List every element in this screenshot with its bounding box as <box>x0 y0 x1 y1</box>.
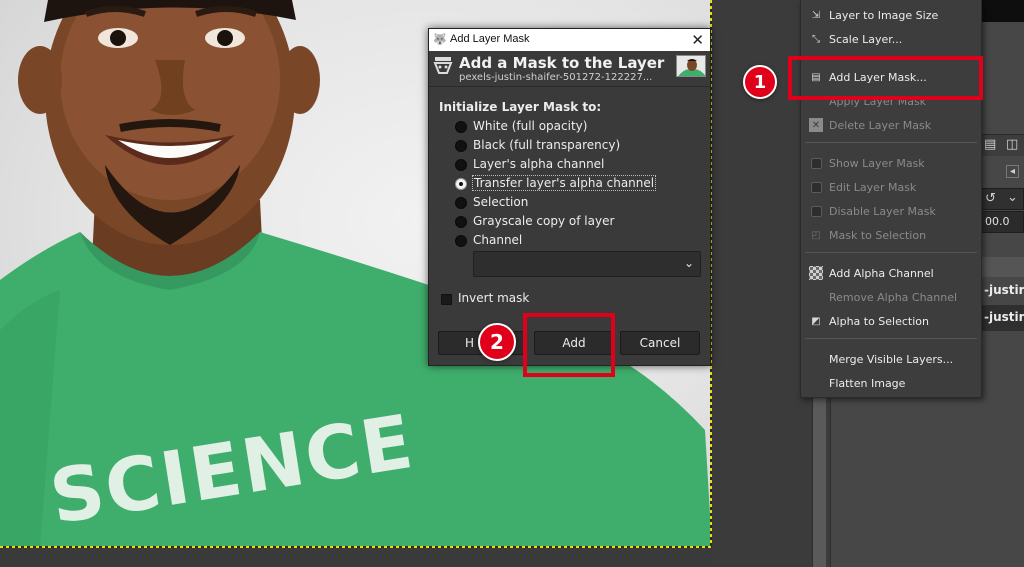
close-icon[interactable]: ✕ <box>691 31 704 49</box>
radio-button[interactable] <box>455 121 467 133</box>
menu-item-alpha-to-selection[interactable]: ◩ Alpha to Selection <box>801 310 981 332</box>
dialog-header: Add a Mask to the Layer pexels-justin-sh… <box>429 51 710 87</box>
menu-separator <box>805 142 977 143</box>
dialog-heading: Add a Mask to the Layer <box>459 54 665 72</box>
gimp-icon: 🐺 <box>433 33 447 46</box>
dialog-window-title: Add Layer Mask <box>450 33 530 45</box>
reset-icon[interactable]: ↺ <box>985 192 996 206</box>
checkbox[interactable] <box>441 294 452 305</box>
dialog-titlebar[interactable]: 🐺 Add Layer Mask ✕ <box>429 29 710 51</box>
menu-item-layer-to-image-size[interactable]: ⇲ Layer to Image Size <box>801 4 981 26</box>
chevron-down-icon[interactable]: ⌄ <box>1007 191 1018 205</box>
layer-row-1[interactable]: -justir <box>980 279 1024 303</box>
resize-icon: ⇲ <box>811 9 821 21</box>
dialog-layer-name: pexels-justin-shaifer-501272-122227... <box>459 72 653 83</box>
layer-row-2[interactable]: -justir <box>980 305 1024 331</box>
chevron-down-icon: ⌄ <box>683 256 694 270</box>
canvas-padding <box>0 548 800 567</box>
mask-selection-icon: ◰ <box>811 229 821 241</box>
scale-icon: ⤡ <box>812 33 820 45</box>
menu-separator <box>805 252 977 253</box>
initialize-mask-label: Initialize Layer Mask to: <box>439 100 602 114</box>
dock-tab-row: ▤ ◫ <box>980 134 1024 156</box>
dock-menu-icon[interactable]: ▤ <box>984 138 996 152</box>
opacity-field[interactable]: 00.0 <box>980 211 1024 233</box>
menu-item-flatten-image[interactable]: Flatten Image <box>801 372 981 394</box>
step-badge-2: 2 <box>478 323 516 361</box>
checkbox-icon <box>809 204 823 218</box>
dock-mode-row: ↺ ⌄ <box>980 188 1024 210</box>
radio-button-selected[interactable] <box>455 178 467 190</box>
dock-lock-row <box>980 257 1024 277</box>
radio-button[interactable] <box>455 197 467 209</box>
checkbox-icon <box>809 180 823 194</box>
layer-name-1: -justir <box>984 283 1024 297</box>
highlight-box-add-button <box>523 313 615 377</box>
alpha-icon <box>809 266 823 280</box>
gimp-window: SCIENCE ▤ ◫ ◂ ↺ ⌄ 00.0 -justir -justir ⇲… <box>0 0 1024 567</box>
layer-name-2: -justir <box>984 310 1024 324</box>
menu-separator <box>805 338 977 339</box>
menu-item-edit-layer-mask[interactable]: Edit Layer Mask <box>801 176 981 198</box>
checkbox-icon <box>809 156 823 170</box>
menu-item-add-alpha-channel[interactable]: Add Alpha Channel <box>801 262 981 284</box>
menu-item-delete-layer-mask[interactable]: ✕ Delete Layer Mask <box>801 114 981 136</box>
dock-scrollbar[interactable] <box>812 380 826 567</box>
menu-item-disable-layer-mask[interactable]: Disable Layer Mask <box>801 200 981 222</box>
step-badge-1: 1 <box>743 65 777 99</box>
menu-item-show-layer-mask[interactable]: Show Layer Mask <box>801 152 981 174</box>
dock-configure-icon[interactable]: ◫ <box>1006 138 1018 152</box>
layer-thumbnail <box>676 55 706 77</box>
layer-mask-icon <box>433 55 453 77</box>
highlight-box-add-layer-mask <box>788 56 983 100</box>
menu-item-merge-visible-layers[interactable]: Merge Visible Layers... <box>801 348 981 370</box>
radio-button[interactable] <box>455 159 467 171</box>
opacity-value: 00.0 <box>985 215 1010 228</box>
dock-preview <box>980 0 1024 22</box>
alpha-selection-icon: ◩ <box>811 315 821 327</box>
delete-icon: ✕ <box>809 118 823 132</box>
radio-button[interactable] <box>455 216 467 228</box>
menu-item-scale-layer[interactable]: ⤡ Scale Layer... <box>801 28 981 50</box>
radio-button[interactable] <box>455 140 467 152</box>
dock-expand-icon[interactable]: ◂ <box>1006 165 1019 178</box>
menu-item-remove-alpha-channel[interactable]: Remove Alpha Channel <box>801 286 981 308</box>
menu-item-mask-to-selection[interactable]: ◰ Mask to Selection <box>801 224 981 246</box>
cancel-button[interactable]: Cancel <box>620 331 700 355</box>
radio-button[interactable] <box>455 235 467 247</box>
channel-select[interactable]: ⌄ <box>473 251 701 277</box>
